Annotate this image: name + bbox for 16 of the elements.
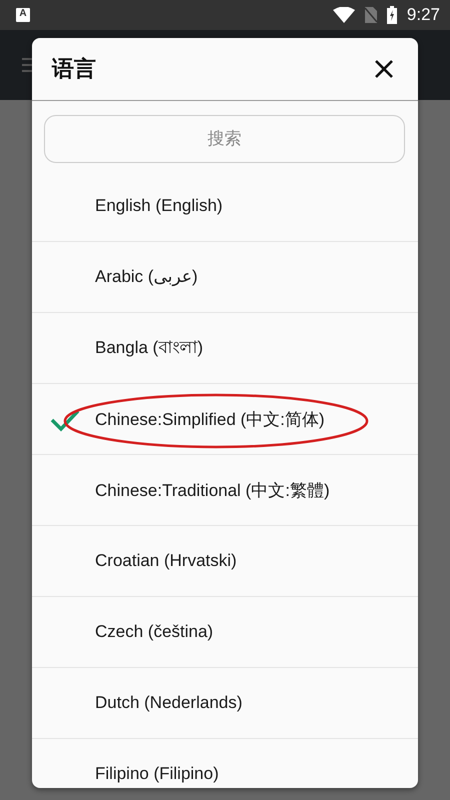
battery-charging-icon (386, 6, 397, 24)
clock-time: 9:27 (406, 5, 440, 25)
language-item[interactable]: Chinese:Simplified (中文:简体) (32, 384, 418, 455)
no-sim-icon (364, 7, 377, 23)
language-item[interactable]: Filipino (Filipino) (32, 739, 418, 788)
language-item[interactable]: Czech (čeština) (32, 597, 418, 668)
wifi-icon (332, 7, 355, 23)
app-notification-icon: A (16, 8, 30, 22)
language-item[interactable]: Bangla (বাংলা) (32, 313, 418, 384)
language-item[interactable]: Chinese:Traditional (中文:繁體) (32, 455, 418, 526)
search-field[interactable]: 搜索 (44, 115, 405, 163)
dialog-title: 语言 (52, 55, 96, 83)
language-item[interactable]: English (English) (32, 171, 418, 242)
language-item[interactable]: Arabic (عربى) (32, 242, 418, 313)
language-item[interactable]: Dutch (Nederlands) (32, 668, 418, 739)
language-item[interactable]: Croatian (Hrvatski) (32, 526, 418, 597)
